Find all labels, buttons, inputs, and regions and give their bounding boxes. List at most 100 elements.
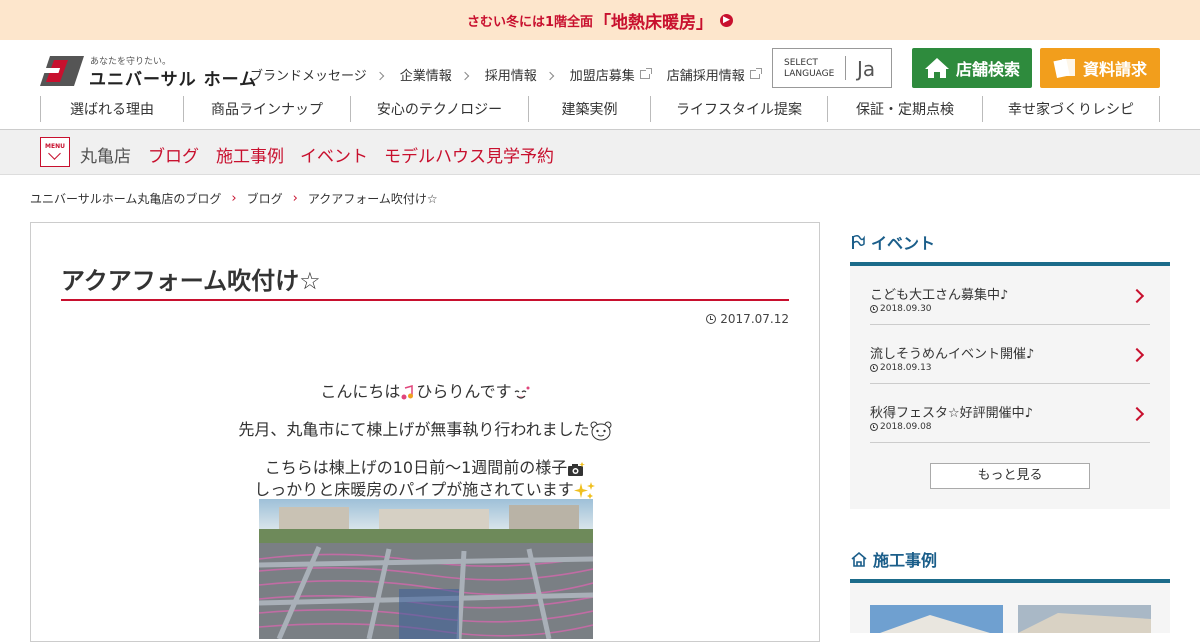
breadcrumb-link-store-blog[interactable]: ユニバーサルホーム丸亀店のブログ [30, 190, 221, 207]
event-date: 2018.09.13 [870, 363, 932, 373]
utility-link-company[interactable]: 企業情報 [399, 65, 470, 84]
chevron-right-icon [545, 71, 555, 80]
flag-icon [852, 234, 865, 249]
chevron-right-icon [460, 71, 470, 80]
event-date: 2018.09.08 [870, 422, 932, 432]
event-title: 流しそうめんイベント開催♪ [870, 347, 1035, 362]
external-link-icon [749, 68, 762, 79]
work-thumbnail[interactable] [1018, 605, 1151, 633]
article-line: こちらは棟上げの10日前～1週間前の様子 [31, 454, 819, 478]
documents-icon [1053, 58, 1075, 79]
nav-item-recipe[interactable]: 幸せ家づくりレシピ [982, 96, 1160, 122]
works-thumbnails [850, 583, 1170, 633]
article-line: しっかりと床暖房のパイプが施されています [31, 476, 819, 501]
brand-name: ユニバーサル ホーム [89, 70, 258, 90]
menu-button[interactable]: MENU [40, 137, 70, 167]
event-item[interactable]: こども大工さん募集中♪ 2018.09.30 [870, 266, 1150, 325]
utility-nav: ブランドメッセージ 企業情報 採用情報 加盟店募集 店舗採用情報 [250, 65, 777, 84]
utility-link-store-recruit[interactable]: 店舗採用情報 [666, 65, 762, 84]
external-link-icon [639, 68, 652, 79]
subnav-link-model-house[interactable]: モデルハウス見学予約 [384, 142, 554, 167]
house-outline-icon [851, 551, 867, 567]
event-date: 2018.09.30 [870, 304, 932, 314]
article-photo [259, 499, 593, 639]
utility-link-label: 店舗採用情報 [666, 69, 745, 84]
language-selector[interactable]: SELECT LANGUAGE Ja [772, 48, 892, 88]
chevron-right-icon [1129, 347, 1145, 363]
chevron-right-icon [1129, 406, 1145, 422]
utility-link-label: 採用情報 [484, 69, 537, 84]
store-search-button[interactable]: 店舗検索 [912, 48, 1032, 88]
music-note-emoji-icon [401, 384, 414, 399]
sparkles-emoji-icon [573, 481, 595, 499]
breadcrumb-current: アクアフォーム吹付け☆ [307, 192, 438, 206]
article-date-text: 2017.07.12 [720, 312, 789, 326]
event-title: こども大工さん募集中♪ [870, 288, 1009, 303]
events-heading: イベント [850, 222, 1170, 262]
utility-link-label: 企業情報 [399, 69, 452, 84]
utility-link-recruit[interactable]: 採用情報 [484, 65, 555, 84]
sidebar: イベント こども大工さん募集中♪ 2018.09.30 流しそうめんイベント開催… [850, 222, 1170, 633]
breadcrumb-link-blog[interactable]: ブログ [247, 190, 283, 207]
chevron-right-icon: › [292, 191, 298, 206]
breadcrumb: ユニバーサルホーム丸亀店のブログ › ブログ › アクアフォーム吹付け☆ [30, 190, 438, 207]
events-list: こども大工さん募集中♪ 2018.09.30 流しそうめんイベント開催♪ 201… [850, 266, 1170, 509]
clock-icon [870, 423, 878, 431]
blog-article: アクアフォーム吹付け☆ 2017.07.12 こんにちは ひらりんです 先月、丸亀… [30, 222, 820, 642]
language-value: Ja [857, 57, 876, 81]
main-nav: 選ばれる理由 商品ラインナップ 安心のテクノロジー 建築実例 ライフスタイル提案… [40, 96, 1160, 122]
smile-emoji-icon [514, 386, 530, 399]
more-events-button[interactable]: もっと見る [930, 463, 1090, 489]
events-heading-text: イベント [871, 234, 936, 253]
subnav-link-events[interactable]: イベント [300, 142, 368, 167]
chevron-right-icon [1129, 288, 1145, 304]
request-docs-label: 資料請求 [1082, 60, 1147, 79]
work-thumbnail[interactable] [870, 605, 1003, 633]
bear-face-emoji-icon [590, 421, 612, 440]
article-line: 先月、丸亀市にて棟上げが無事執り行われました [31, 416, 819, 441]
house-icon [924, 58, 949, 78]
promo-text: さむい冬には1階全面 [466, 14, 594, 30]
nav-item-technology[interactable]: 安心のテクノロジー [350, 96, 528, 122]
language-divider [845, 56, 846, 80]
utility-link-brand-message[interactable]: ブランドメッセージ [250, 65, 384, 84]
event-item[interactable]: 流しそうめんイベント開催♪ 2018.09.13 [870, 325, 1150, 384]
nav-item-warranty[interactable]: 保証・定期点検 [827, 96, 982, 122]
event-item[interactable]: 秋得フェスタ☆好評開催中♪ 2018.09.08 [870, 384, 1150, 443]
utility-link-franchise[interactable]: 加盟店募集 [569, 65, 652, 84]
article-date: 2017.07.12 [706, 312, 789, 326]
nav-item-lineup[interactable]: 商品ラインナップ [183, 96, 350, 122]
utility-link-label: ブランドメッセージ [250, 69, 367, 84]
store-name: 丸亀店 [80, 147, 131, 167]
title-underline [61, 299, 789, 301]
more-wrapper: もっと見る [870, 443, 1150, 509]
chevron-right-icon: › [231, 191, 237, 206]
works-heading-text: 施工事例 [873, 551, 938, 570]
logo-mark-icon [40, 56, 84, 86]
clock-icon [870, 305, 878, 313]
camera-emoji-icon [568, 461, 586, 476]
utility-link-label: 加盟店募集 [569, 69, 635, 84]
chevron-right-icon [375, 71, 384, 80]
clock-icon [706, 314, 717, 324]
nav-item-reasons[interactable]: 選ばれる理由 [40, 96, 183, 122]
language-label: SELECT LANGUAGE [784, 58, 835, 79]
nav-item-lifestyle[interactable]: ライフスタイル提案 [650, 96, 827, 122]
clock-icon [870, 364, 878, 372]
store-subnav: MENU 丸亀店 ブログ 施工事例 イベント モデルハウス見学予約 [0, 130, 1200, 175]
article-title: アクアフォーム吹付け☆ [61, 267, 321, 295]
brand-logo[interactable]: あなたを守りたい。 ユニバーサル ホーム [40, 54, 256, 90]
promo-highlight: 「地熱床暖房」 [594, 12, 714, 33]
article-line: こんにちは ひらりんです [31, 378, 819, 402]
store-search-label: 店舗検索 [955, 60, 1020, 79]
site-header: あなたを守りたい。 ユニバーサル ホーム ブランドメッセージ 企業情報 採用情報… [0, 40, 1200, 130]
subnav-link-blog[interactable]: ブログ [148, 142, 199, 167]
circle-chevron-right-icon: ▶ [720, 13, 734, 27]
subnav-link-works[interactable]: 施工事例 [216, 142, 284, 167]
event-title: 秋得フェスタ☆好評開催中♪ [870, 406, 1033, 421]
works-heading: 施工事例 [850, 539, 1170, 579]
nav-item-examples[interactable]: 建築実例 [528, 96, 650, 122]
promo-banner[interactable]: さむい冬には1階全面 「地熱床暖房」 ▶ [0, 0, 1200, 40]
request-docs-button[interactable]: 資料請求 [1040, 48, 1160, 88]
